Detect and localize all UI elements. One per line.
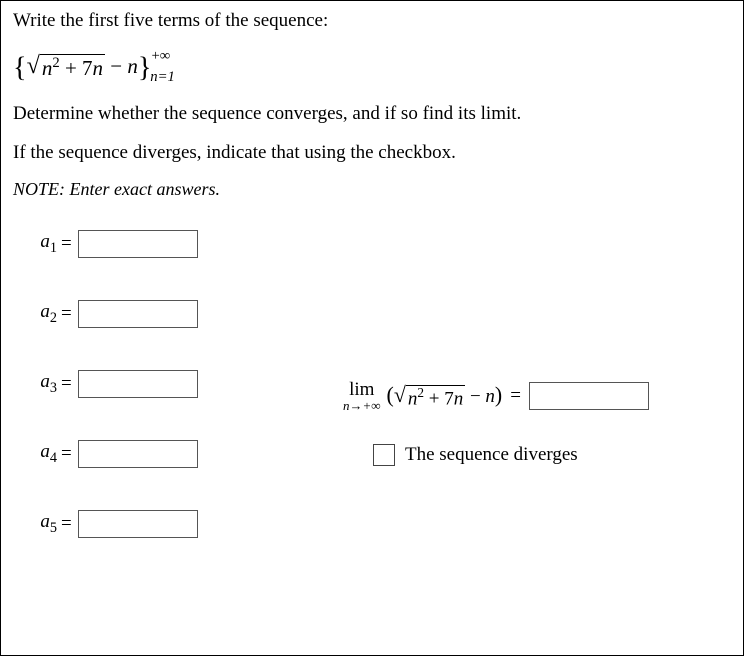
note-text: NOTE: Enter exact answers. [13,179,731,200]
lim-sub: n→+∞ [343,399,381,412]
prompt-line-1: Write the first five terms of the sequen… [13,9,731,34]
limit-operator: lim n→+∞ [343,380,381,412]
a2-input[interactable] [78,300,198,328]
term-label: a2 [13,301,57,327]
equals-sign: = [61,513,72,535]
diverges-label: The sequence diverges [405,444,578,466]
term-row: a2 = [13,300,243,328]
lim-text: lim [349,380,374,399]
radical-icon: √ [394,385,406,407]
radicand: n2 + 7n [406,385,465,410]
sequence-formula: {√n2 + 7n − n}+∞n=1 [13,48,731,86]
equals-sign: = [61,233,72,255]
sqrt-expression: √n2 + 7n [27,54,105,80]
term-row: a5 = [13,510,243,538]
limit-input[interactable] [529,382,649,410]
prompt-line-2: Determine whether the sequence converges… [13,102,731,127]
limit-column: lim n→+∞ (√n2 + 7n − n) = The sequence d… [243,230,731,580]
equals-sign: = [61,303,72,325]
a3-input[interactable] [78,370,198,398]
diverges-row: The sequence diverges [373,444,731,466]
radicand: n2 + 7n [40,54,105,80]
paren-open: ( [387,383,394,407]
equals-sign: = [61,443,72,465]
a4-input[interactable] [78,440,198,468]
terms-column: a1 = a2 = a3 = a4 = a5 = [13,230,243,580]
sequence-lower-bound: n=1 [150,69,175,85]
equals-sign: = [61,373,72,395]
term-row: a4 = [13,440,243,468]
term-label: a5 [13,511,57,537]
term-label: a1 [13,231,57,257]
paren-close: ) [495,383,502,407]
sequence-upper-bound: +∞ [152,48,171,64]
a5-input[interactable] [78,510,198,538]
term-row: a3 = [13,370,243,398]
term-label: a3 [13,371,57,397]
radical-icon: √ [27,54,40,78]
limit-row: lim n→+∞ (√n2 + 7n − n) = [343,380,731,412]
prompt-line-3: If the sequence diverges, indicate that … [13,141,731,166]
limit-expression: (√n2 + 7n − n) [387,383,503,410]
equals-sign: = [510,385,521,407]
after-sqrt: − n [105,54,138,78]
brace-open: { [13,52,27,83]
diverges-checkbox[interactable] [373,444,395,466]
term-row: a1 = [13,230,243,258]
a1-input[interactable] [78,230,198,258]
term-label: a4 [13,441,57,467]
